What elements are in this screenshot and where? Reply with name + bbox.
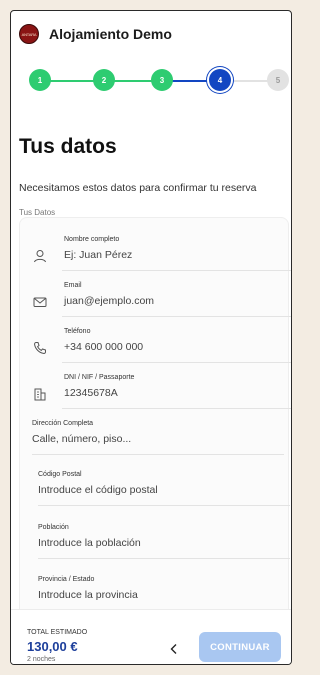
step-5: 5 xyxy=(267,69,289,91)
page-subtitle: Necesitamos estos datos para confirmar t… xyxy=(19,182,257,194)
field-underline xyxy=(62,362,291,363)
document-id-input[interactable]: 12345678A xyxy=(64,387,118,399)
full-name-input[interactable]: Ej: Juan Pérez xyxy=(64,249,132,261)
field-underline xyxy=(32,454,284,455)
province-label: Provincia / Estado xyxy=(38,576,95,583)
mail-icon xyxy=(33,297,47,307)
chevron-left-icon xyxy=(170,644,177,654)
section-label: Tus Datos xyxy=(19,208,56,217)
field-underline xyxy=(62,270,291,271)
total-label: TOTAL ESTIMADO xyxy=(27,629,88,636)
address-input[interactable]: Calle, número, piso... xyxy=(32,433,131,445)
app-screen: ANTARA Alojamiento Demo 1 2 3 4 5 Tus da… xyxy=(10,10,292,665)
step-2: 2 xyxy=(93,69,115,91)
postal-code-input[interactable]: Introduce el código postal xyxy=(38,484,158,496)
progress-stepper: 1 2 3 4 5 xyxy=(29,69,289,93)
postal-code-label: Código Postal xyxy=(38,471,82,478)
person-icon xyxy=(34,250,46,263)
brand-logo: ANTARA xyxy=(19,24,39,44)
back-button[interactable] xyxy=(165,640,183,658)
nights-count: 2 noches xyxy=(27,656,56,663)
continue-button[interactable]: CONTINUAR xyxy=(199,632,281,662)
step-4: 4 xyxy=(209,69,231,91)
step-number: 4 xyxy=(217,75,223,85)
email-input[interactable]: juan@ejemplo.com xyxy=(64,295,154,307)
city-label: Población xyxy=(38,524,69,531)
step-number: 1 xyxy=(37,75,43,85)
form-card: Nombre completo Ej: Juan Pérez Email jua… xyxy=(19,217,291,617)
booking-footer: TOTAL ESTIMADO 130,00 € 2 noches CONTINU… xyxy=(11,609,291,664)
document-id-label: DNI / NIF / Passaporte xyxy=(64,374,135,381)
field-underline xyxy=(62,316,291,317)
phone-icon xyxy=(34,342,46,354)
phone-label: Teléfono xyxy=(64,328,91,335)
step-number: 5 xyxy=(275,75,281,85)
address-label: Dirección Completa xyxy=(32,420,94,427)
logo-text: ANTARA xyxy=(21,31,37,37)
brand-name: Alojamiento Demo xyxy=(49,26,172,42)
phone-input[interactable]: +34 600 000 000 xyxy=(64,341,143,353)
step-number: 2 xyxy=(101,75,107,85)
page-title: Tus datos xyxy=(19,135,117,158)
step-3: 3 xyxy=(151,69,173,91)
province-input[interactable]: Introduce la provincia xyxy=(38,589,138,601)
email-label: Email xyxy=(64,282,82,289)
field-underline xyxy=(38,505,290,506)
step-1: 1 xyxy=(29,69,51,91)
total-amount: 130,00 € xyxy=(27,639,78,654)
full-name-label: Nombre completo xyxy=(64,236,120,243)
building-icon xyxy=(34,388,46,401)
step-number: 3 xyxy=(159,75,165,85)
field-underline xyxy=(62,408,291,409)
field-underline xyxy=(38,558,290,559)
city-input[interactable]: Introduce la población xyxy=(38,537,141,549)
header: ANTARA Alojamiento Demo xyxy=(11,11,291,57)
